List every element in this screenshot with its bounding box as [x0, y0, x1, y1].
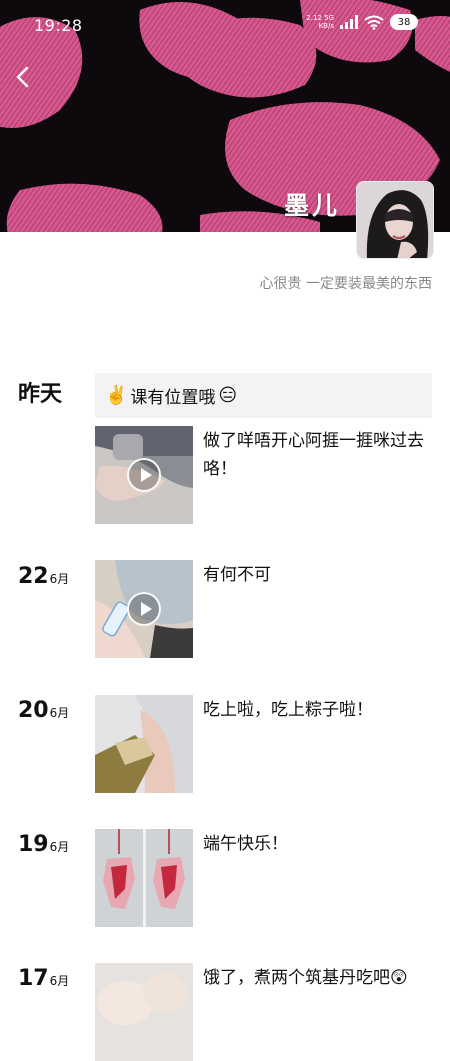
moment-month: 6月	[49, 706, 70, 720]
wifi-icon	[364, 15, 384, 30]
network-speed: 2.12 5G KB/s	[306, 14, 334, 30]
expressionless-emoji: 😑	[218, 385, 238, 406]
astonished-emoji: 😲	[390, 968, 408, 988]
moment-video-thumbnail[interactable]	[95, 560, 193, 658]
moment-date: 176月	[18, 966, 69, 991]
moment-video-thumbnail[interactable]	[95, 426, 193, 524]
back-button[interactable]	[10, 64, 36, 90]
moment-caption: 端午快乐！	[203, 834, 288, 854]
status-time: 19:28	[34, 16, 83, 35]
moment-image-thumbnail[interactable]	[95, 695, 193, 793]
moment-caption: 有何不可	[203, 565, 271, 585]
profile-signature: 心很贵 一定要装最美的东西	[259, 276, 432, 292]
moment-day-number: 22	[18, 564, 49, 589]
moment-caption: 做了咩唔开心阿捱一捱咪过去咯！	[203, 431, 424, 479]
moment-date: 226月	[18, 564, 69, 589]
net-speed-unit: KB/s	[318, 22, 334, 30]
moment-date: 206月	[18, 698, 69, 723]
moment-month: 6月	[49, 572, 70, 586]
play-icon[interactable]	[127, 592, 161, 626]
text-post[interactable]: ✌️ 课有位置哦 😑	[95, 373, 432, 418]
moment-image-thumbnail[interactable]	[95, 963, 193, 1061]
moment-day-number: 17	[18, 966, 49, 991]
status-indicators: 2.12 5G KB/s 38	[306, 14, 418, 30]
battery-icon: 38	[390, 14, 418, 30]
victory-emoji: ✌️	[105, 385, 128, 406]
moment-caption: 饿了，煮两个筑基丹吃吧😲	[203, 964, 438, 992]
moment-month: 6月	[49, 974, 70, 988]
profile-nickname: 墨儿	[283, 191, 340, 220]
net-speed-value: 2.12	[306, 14, 322, 22]
moment-date: 196月	[18, 832, 69, 857]
moment-day-number: 20	[18, 698, 49, 723]
status-bar: 19:28 2.12 5G KB/s 38	[0, 0, 450, 48]
moment-image-thumbnail[interactable]	[95, 829, 193, 927]
moment-caption-text: 饿了，煮两个筑基丹吃吧	[203, 968, 390, 988]
avatar-image	[357, 182, 433, 258]
thumbnail-image	[95, 695, 193, 793]
network-type: 5G	[324, 14, 334, 22]
moment-date-yesterday: 昨天	[18, 382, 63, 407]
moment-caption: 吃上啦，吃上粽子啦！	[203, 700, 373, 720]
play-icon[interactable]	[127, 458, 161, 492]
signal-icon	[340, 15, 358, 29]
back-arrow-icon	[16, 66, 29, 88]
moment-month: 6月	[49, 840, 70, 854]
moment-day-number: 19	[18, 832, 49, 857]
avatar[interactable]	[356, 181, 434, 259]
thumbnail-image	[95, 963, 193, 1061]
thumbnail-image	[95, 829, 193, 927]
text-post-content: 课有位置哦	[130, 388, 216, 408]
